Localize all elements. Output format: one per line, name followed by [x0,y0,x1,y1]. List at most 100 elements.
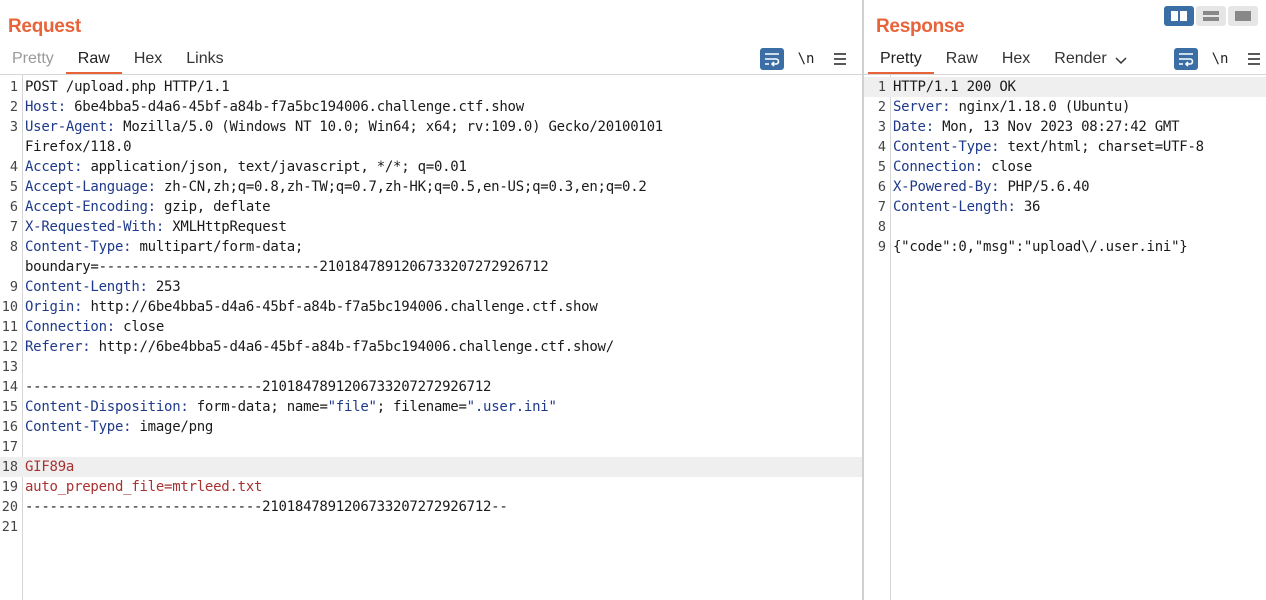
line-number: 11 [1,319,18,335]
request-line[interactable]: 7 X-Requested-With: XMLHttpRequest [0,217,862,237]
request-line[interactable]: 11 Connection: close [0,317,862,337]
header-name: X-Requested-With: [25,219,165,235]
header-name: Connection: [25,319,115,335]
request-lines: 1 POST /upload.php HTTP/1.1 2 Host: 6be4bba… [0,77,862,537]
header-name: Content-Disposition: [25,399,189,415]
request-line[interactable]: 17 [0,437,862,457]
line-number: 1 [877,79,886,95]
request-line[interactable]: 13 [0,357,862,377]
header-name: Connection: [893,159,983,175]
request-menu-button[interactable] [828,48,852,70]
line-content: Accept: application/json, text/javascrip… [25,157,467,177]
tab-raw[interactable]: Raw [946,46,978,74]
request-line[interactable]: 12 Referer: http://6be4bba5-d4a6-45bf-a84… [0,337,862,357]
line-number: 9 [9,279,18,295]
response-line[interactable]: 3 Date: Mon, 13 Nov 2023 08:27:42 GMT [864,117,1266,137]
header-name: Content-Type: [25,419,132,435]
request-line[interactable]: 18 GIF89a [0,457,862,477]
layout-single-button[interactable] [1228,6,1258,26]
header-name: Host: [25,99,66,115]
code-text: ".user.ini" [466,399,557,415]
line-number: 4 [9,159,18,175]
request-tabs: Pretty Raw Hex Links [0,46,236,75]
request-line[interactable]: boundary=---------------------------2101… [0,257,862,277]
code-text: 6be4bba5-d4a6-45bf-a84b-f7a5bc194006.cha… [65,99,524,115]
request-line[interactable]: 10 Origin: http://6be4bba5-d4a6-45bf-a84b… [0,297,862,317]
line-content: Content-Type: text/html; charset=UTF-8 [893,137,1204,157]
code-text: close [114,319,165,335]
line-number: 4 [877,139,886,155]
response-line[interactable]: 8 [864,217,1266,237]
line-number: 2 [9,99,18,115]
request-line[interactable]: 4 Accept: application/json, text/javascri… [0,157,862,177]
code-text: auto_prepend_file=mtrleed.txt [25,479,263,495]
line-number: 17 [1,439,18,455]
response-toolbar: \n [1174,46,1266,72]
show-newlines-toggle[interactable]: \n [1208,48,1232,70]
code-text: XMLHttpRequest [164,219,287,235]
line-number: 8 [877,219,886,235]
code-text: nginx/1.18.0 (Ubuntu) [950,99,1131,115]
word-wrap-toggle[interactable] [1174,48,1198,70]
request-line[interactable]: 8 Content-Type: multipart/form-data; [0,237,862,257]
response-line[interactable]: 1 HTTP/1.1 200 OK [864,77,1266,97]
request-line[interactable]: 6 Accept-Encoding: gzip, deflate [0,197,862,217]
tab-render[interactable]: Render [1054,46,1106,74]
line-content: POST /upload.php HTTP/1.1 [25,77,230,97]
line-content: Referer: http://6be4bba5-d4a6-45bf-a84b-… [25,337,614,357]
code-text: form-data; name= [188,399,328,415]
response-line[interactable]: 9 {"code":0,"msg":"upload\/.user.ini"} [864,237,1266,257]
layout-stacked-button[interactable] [1196,6,1226,26]
layout-toggles [1164,6,1258,26]
code-text: http://6be4bba5-d4a6-45bf-a84b-f7a5bc194… [90,339,615,355]
chevron-down-icon[interactable] [1115,46,1127,74]
header-name: Accept-Encoding: [25,199,156,215]
request-line[interactable]: 1 POST /upload.php HTTP/1.1 [0,77,862,97]
line-content: Firefox/118.0 [25,137,132,157]
request-line[interactable]: 21 [0,517,862,537]
request-line[interactable]: 20 -----------------------------210184789… [0,497,862,517]
code-text: Mon, 13 Nov 2023 08:27:42 GMT [933,119,1180,135]
word-wrap-toggle[interactable] [760,48,784,70]
request-line[interactable]: 2 Host: 6be4bba5-d4a6-45bf-a84b-f7a5bc194… [0,97,862,117]
code-text: POST /upload.php HTTP/1.1 [25,79,230,95]
tab-pretty[interactable]: Pretty [868,46,934,75]
response-line[interactable]: 2 Server: nginx/1.18.0 (Ubuntu) [864,97,1266,117]
line-content: Origin: http://6be4bba5-d4a6-45bf-a84b-f… [25,297,598,317]
response-menu-button[interactable] [1242,48,1266,70]
request-title: Request [8,16,81,37]
code-text: multipart/form-data; [131,239,304,255]
line-content: HTTP/1.1 200 OK [893,77,1016,97]
response-line[interactable]: 6 X-Powered-By: PHP/5.6.40 [864,177,1266,197]
line-content: X-Powered-By: PHP/5.6.40 [893,177,1090,197]
request-toolbar: \n [760,46,852,72]
response-line[interactable]: 5 Connection: close [864,157,1266,177]
line-content: Server: nginx/1.18.0 (Ubuntu) [893,97,1130,117]
request-line[interactable]: 19 auto_prepend_file=mtrleed.txt [0,477,862,497]
header-name: Referer: [25,339,91,355]
tab-pretty[interactable]: Pretty [12,46,54,74]
line-content: Content-Length: 253 [25,277,181,297]
show-newlines-toggle[interactable]: \n [794,48,818,70]
rows-icon [1203,11,1219,21]
code-text: image/png [131,419,214,435]
layout-side-by-side-button[interactable] [1164,6,1194,26]
request-line[interactable]: Firefox/118.0 [0,137,862,157]
response-line[interactable]: 7 Content-Length: 36 [864,197,1266,217]
tab-hex[interactable]: Hex [134,46,162,74]
tab-hex[interactable]: Hex [1002,46,1030,74]
tab-links[interactable]: Links [186,46,223,74]
tab-raw[interactable]: Raw [65,46,122,75]
request-line[interactable]: 9 Content-Length: 253 [0,277,862,297]
request-line[interactable]: 16 Content-Type: image/png [0,417,862,437]
response-line[interactable]: 4 Content-Type: text/html; charset=UTF-8 [864,137,1266,157]
request-line[interactable]: 3 User-Agent: Mozilla/5.0 (Windows NT 10.… [0,117,862,137]
line-number: 21 [1,519,18,535]
line-number: 14 [1,379,18,395]
response-editor[interactable]: 1 HTTP/1.1 200 OK 2 Server: nginx/1.18.0 (U… [864,75,1266,600]
request-editor[interactable]: 1 POST /upload.php HTTP/1.1 2 Host: 6be4bba… [0,75,862,600]
request-line[interactable]: 15 Content-Disposition: form-data; name="… [0,397,862,417]
request-line[interactable]: 14 -----------------------------210184789… [0,377,862,397]
request-line[interactable]: 5 Accept-Language: zh-CN,zh;q=0.8,zh-TW;q… [0,177,862,197]
line-number: 9 [877,239,886,255]
